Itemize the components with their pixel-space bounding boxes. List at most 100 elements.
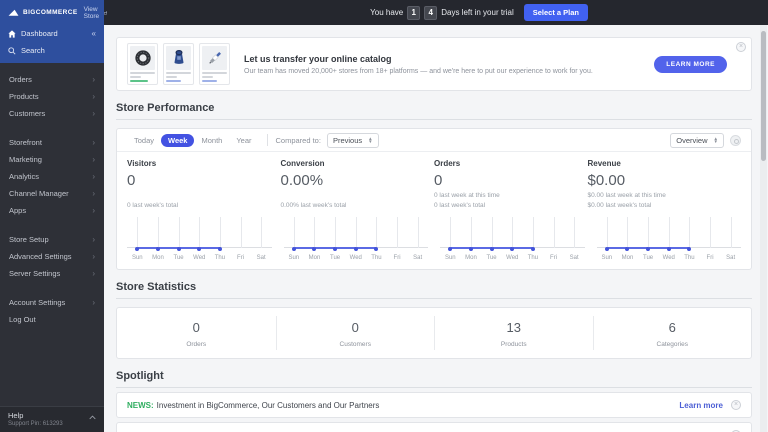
- metric-visitors: Visitors 0 0 last week's total: [127, 159, 281, 209]
- compared-to-select[interactable]: Previous ▲ ▼: [326, 132, 379, 148]
- chart-gridline: [648, 217, 650, 248]
- trial-prefix: You have: [370, 8, 404, 17]
- metric-subline: 0 last week's total: [434, 202, 486, 209]
- compared-to-label: Compared to:: [275, 135, 321, 145]
- chart-grid: Sun Mon Tue Wed Thu Fri Sat: [596, 215, 741, 261]
- stat-value: 0: [192, 320, 200, 335]
- spotlight-heading: Spotlight: [116, 370, 752, 388]
- sidebar-item-products[interactable]: Products ›: [0, 88, 104, 105]
- product-price-line: [202, 76, 214, 78]
- chart-gridline: [627, 217, 629, 248]
- mini-chart: Sun Mon Tue Wed Thu Fri Sat: [127, 215, 272, 261]
- product-card-tire: [127, 43, 158, 85]
- chart-day-label: Mon: [308, 255, 321, 261]
- home-icon: [8, 29, 16, 38]
- close-icon[interactable]: ×: [736, 42, 746, 52]
- chart-data-point: [530, 246, 535, 251]
- sidebar-item-label: Search: [21, 46, 45, 55]
- sidebar-item-customers[interactable]: Customers ›: [0, 105, 104, 122]
- tab-today[interactable]: Today: [127, 134, 161, 147]
- sidebar-item-account-settings[interactable]: Account Settings ›: [0, 294, 104, 311]
- chevron-right-icon: ›: [92, 155, 95, 164]
- sidebar-item-channel-manager[interactable]: Channel Manager ›: [0, 185, 104, 202]
- chart-gridline: [157, 217, 159, 248]
- chart-data-point: [135, 246, 140, 251]
- chart-data-point: [333, 246, 338, 251]
- banner-title: Let us transfer your online catalog: [244, 53, 392, 64]
- chart-day-label: Mon: [621, 255, 634, 261]
- stat-label: Customers: [339, 341, 371, 348]
- sidebar-item-orders[interactable]: Orders ›: [0, 71, 104, 88]
- sidebar-item-dashboard[interactable]: Dashboard «: [0, 25, 104, 42]
- chart-day-label: Thu: [527, 255, 539, 261]
- sidebar-item-analytics[interactable]: Analytics ›: [0, 168, 104, 185]
- chart-data-point: [666, 246, 671, 251]
- chart-gridline: [219, 217, 221, 248]
- chart-gridline: [293, 217, 295, 248]
- chart-gridline: [314, 217, 316, 248]
- tab-month[interactable]: Month: [194, 134, 229, 147]
- chart-day-label: Fri: [706, 255, 714, 261]
- chart-day-label: Thu: [684, 255, 695, 261]
- stat-label: Categories: [656, 341, 688, 348]
- chart-day-label: Wed: [349, 255, 362, 261]
- spark-plug-image: [202, 46, 227, 70]
- trial-countdown: You have 1 4 Days left in your trial: [370, 5, 514, 20]
- chevron-right-icon: ›: [92, 206, 95, 215]
- chart-data-point: [510, 246, 515, 251]
- store-performance-card: Today Week Month Year Compared to: Previ…: [116, 128, 752, 270]
- view-store-link[interactable]: View Store: [84, 6, 108, 20]
- tab-week[interactable]: Week: [161, 133, 195, 147]
- chart-day-label: Tue: [643, 255, 654, 261]
- stat-customers: 0 Customers: [275, 316, 435, 350]
- stat-value: 6: [668, 320, 676, 335]
- chevron-right-icon: ›: [92, 269, 95, 278]
- sidebar-item-advanced-settings[interactable]: Advanced Settings ›: [0, 248, 104, 265]
- store-performance-heading: Store Performance: [116, 102, 752, 120]
- chart-day-label: Sun: [444, 255, 456, 261]
- learn-more-link[interactable]: Learn more: [679, 401, 723, 410]
- chevron-right-icon: ›: [92, 189, 95, 198]
- chart-day-label: Sun: [131, 255, 143, 261]
- learn-more-button[interactable]: LEARN MORE: [654, 55, 727, 73]
- chart-gridline: [574, 217, 576, 248]
- sidebar-item-log-out[interactable]: Log Out: [0, 311, 104, 328]
- product-price-line: [130, 76, 142, 78]
- dismiss-icon[interactable]: ×: [731, 400, 741, 410]
- stepper-icon: ▲ ▼: [713, 135, 718, 144]
- chart-gridline: [689, 217, 691, 248]
- gear-icon[interactable]: [730, 134, 741, 146]
- sidebar-item-store-setup[interactable]: Store Setup ›: [0, 231, 104, 248]
- view-select[interactable]: Overview ▲ ▼: [670, 132, 724, 148]
- topbar: You have 1 4 Days left in your trial Sel…: [104, 0, 768, 25]
- chart-day-label: Fri: [393, 255, 401, 261]
- catalog-transfer-banner: Let us transfer your online catalog Our …: [116, 37, 752, 91]
- trial-digit: 1: [407, 5, 421, 20]
- metric-orders: Orders 0 0 last week at this time 0 last…: [434, 159, 588, 209]
- help-panel[interactable]: Help Support Pin: 613293: [0, 406, 104, 432]
- sidebar-item-server-settings[interactable]: Server Settings ›: [0, 265, 104, 282]
- sidebar-item-marketing[interactable]: Marketing ›: [0, 151, 104, 168]
- collapse-sidebar-icon[interactable]: «: [92, 29, 96, 38]
- sidebar-item-storefront[interactable]: Storefront ›: [0, 134, 104, 151]
- sidebar-item-apps[interactable]: Apps ›: [0, 202, 104, 219]
- banner-text: Let us transfer your online catalog Our …: [244, 54, 593, 75]
- performance-controls: Today Week Month Year Compared to: Previ…: [117, 129, 751, 152]
- stat-value: 0: [351, 320, 359, 335]
- spotlight-item: NEWS: Investment in BigCommerce, Our Cust…: [116, 392, 752, 418]
- metric-label: Revenue: [587, 159, 621, 168]
- chart-day-label: Tue: [330, 255, 341, 261]
- tire-image: [130, 46, 155, 70]
- tab-year[interactable]: Year: [229, 134, 258, 147]
- select-plan-button[interactable]: Select a Plan: [523, 4, 588, 21]
- spotlight-item: NEWS:BigCommerce begins offering Akamai'…: [116, 422, 752, 432]
- chevron-right-icon: ›: [92, 138, 95, 147]
- sidebar-item-search[interactable]: Search: [0, 42, 104, 59]
- scrollbar-thumb[interactable]: [761, 31, 766, 161]
- metrics-row: Visitors 0 0 last week's total Conversio…: [117, 152, 751, 211]
- brand-name: BIGCOMMERCE: [23, 9, 78, 16]
- chart-day-label: Tue: [173, 255, 184, 261]
- scrollbar[interactable]: [760, 25, 767, 432]
- chart-grid: Sun Mon Tue Wed Thu Fri Sat: [127, 215, 272, 261]
- stat-categories: 6 Categories: [592, 316, 752, 350]
